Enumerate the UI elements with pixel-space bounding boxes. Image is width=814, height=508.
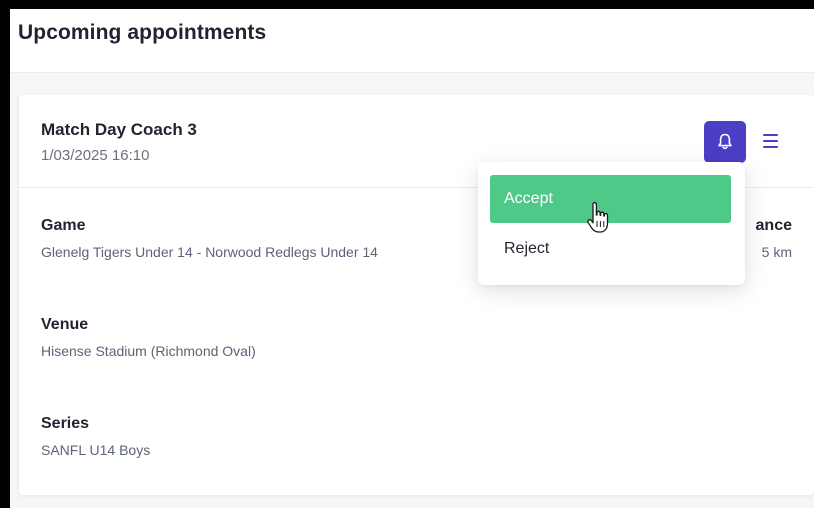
distance-field: ance 5 km (756, 217, 792, 260)
series-field: Series SANFL U14 Boys (41, 415, 150, 458)
page-title: Upcoming appointments (18, 21, 267, 44)
distance-label: ance (755, 217, 792, 234)
appointment-datetime: 1/03/2025 16:10 (41, 147, 150, 164)
hamburger-menu-icon[interactable] (758, 129, 782, 153)
venue-field: Venue Hisense Stadium (Richmond Oval) (41, 316, 256, 359)
distance-value: 5 km (761, 244, 792, 260)
venue-label: Venue (41, 316, 89, 333)
series-label: Series (41, 415, 90, 432)
game-label: Game (41, 217, 86, 234)
venue-value: Hisense Stadium (Richmond Oval) (41, 343, 256, 359)
game-field: Game Glenelg Tigers Under 14 - Norwood R… (41, 217, 378, 260)
appointment-title: Match Day Coach 3 (41, 120, 197, 139)
bell-icon (718, 133, 732, 150)
series-value: SANFL U14 Boys (41, 442, 151, 458)
appointment-card: Match Day Coach 3 1/03/2025 16:10 Game G… (19, 95, 814, 495)
game-value: Glenelg Tigers Under 14 - Norwood Redleg… (41, 244, 378, 260)
app-frame: Upcoming appointments Match Day Coach 3 … (10, 9, 814, 508)
hand-pointer-cursor-icon (587, 202, 609, 233)
page-header: Upcoming appointments (10, 9, 814, 73)
notify-button[interactable] (704, 121, 746, 163)
